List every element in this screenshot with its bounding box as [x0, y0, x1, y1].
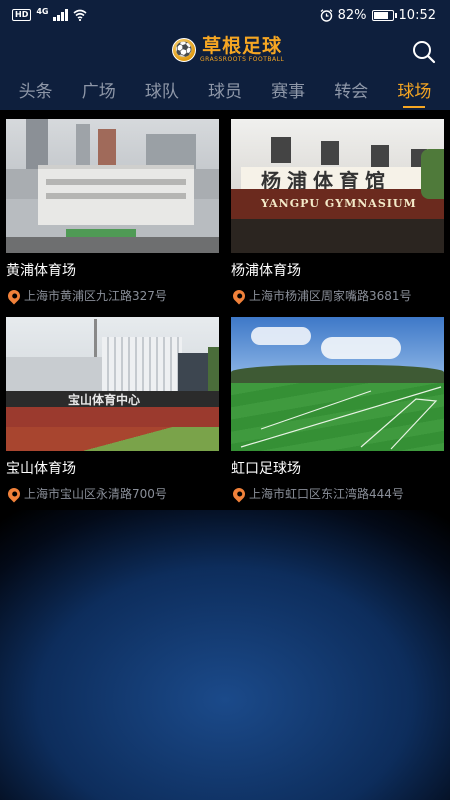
- signal-icon: [53, 9, 69, 21]
- app-header: ⚽ 草根足球 GRASSROOTS FOOTBALL: [0, 30, 450, 74]
- venue-address-text: 上海市黄浦区九江路327号: [24, 289, 167, 303]
- venue-grid: 黄浦体育场 上海市黄浦区九江路327号 杨浦体育馆 YANGPU GYMNASI…: [0, 110, 450, 506]
- football-icon: ⚽: [172, 38, 196, 62]
- search-icon: [413, 41, 436, 64]
- tab-teams[interactable]: 球队: [143, 74, 181, 110]
- venue-card[interactable]: 黄浦体育场 上海市黄浦区九江路327号: [0, 110, 225, 308]
- venue-card[interactable]: 宝山体育中心 宝山体育场 上海市宝山区永清路700号: [0, 308, 225, 506]
- venue-address-text: 上海市杨浦区周家嘴路3681号: [249, 289, 412, 303]
- tab-plaza[interactable]: 广场: [80, 74, 118, 110]
- hd-badge: HD: [12, 9, 32, 21]
- status-right: 82% 10:52: [320, 8, 436, 23]
- venue-address: 上海市宝山区永清路700号: [5, 485, 219, 502]
- tab-venues[interactable]: 球场: [395, 74, 433, 110]
- wifi-icon: [73, 9, 87, 21]
- app-logo: ⚽ 草根足球 GRASSROOTS FOOTBALL: [172, 36, 284, 64]
- tab-headlines[interactable]: 头条: [17, 74, 55, 110]
- category-tabs: 头条 广场 球队 球员 赛事 转会 球场: [0, 74, 450, 110]
- venue-card[interactable]: 虹口足球场 上海市虹口区东江湾路444号: [225, 308, 450, 506]
- alarm-icon: [320, 8, 333, 22]
- venue-name: 黄浦体育场: [6, 263, 76, 279]
- search-button[interactable]: [410, 38, 438, 66]
- pitch-lines: [240, 386, 442, 450]
- location-pin-icon: [230, 485, 248, 502]
- network-type: 4G: [36, 6, 49, 16]
- location-pin-icon: [230, 287, 248, 304]
- battery-icon: [371, 9, 397, 21]
- venue-address: 上海市杨浦区周家嘴路3681号: [230, 287, 444, 304]
- venue-sign-text: 宝山体育中心: [68, 393, 141, 407]
- venue-address: 上海市虹口区东江湾路444号: [230, 485, 444, 502]
- venue-sign-english: YANGPU GYMNASIUM: [261, 197, 417, 210]
- venue-photo[interactable]: 宝山体育中心: [6, 317, 219, 451]
- venue-name: 杨浦体育场: [231, 263, 301, 279]
- venue-address: 上海市黄浦区九江路327号: [5, 287, 219, 304]
- logo-subtitle: GRASSROOTS FOOTBALL: [200, 56, 285, 63]
- location-pin-icon: [5, 287, 23, 304]
- location-pin-icon: [5, 485, 23, 502]
- venue-photo[interactable]: 杨浦体育馆 YANGPU GYMNASIUM: [231, 119, 444, 253]
- tab-matches[interactable]: 赛事: [269, 74, 307, 110]
- status-left: HD 4G: [12, 6, 87, 21]
- venue-card[interactable]: 杨浦体育馆 YANGPU GYMNASIUM 杨浦体育场 上海市杨浦区周家嘴路3…: [225, 110, 450, 308]
- app-screen: HD 4G 82% 10:52 ⚽ 草根足球 GRASSROOTS FOOTBA…: [0, 0, 450, 800]
- venue-photo[interactable]: [6, 119, 219, 253]
- logo-text: 草根足球 GRASSROOTS FOOTBALL: [200, 36, 284, 64]
- logo-title: 草根足球: [202, 35, 283, 57]
- venue-name: 虹口足球场: [231, 461, 301, 477]
- battery-fill: [373, 11, 389, 19]
- clock: 10:52: [398, 7, 436, 23]
- venue-address-text: 上海市宝山区永清路700号: [24, 487, 167, 501]
- venue-name: 宝山体育场: [6, 461, 76, 477]
- venue-photo[interactable]: [231, 317, 444, 451]
- battery-percent: 82%: [337, 7, 367, 23]
- tab-transfers[interactable]: 转会: [332, 74, 370, 110]
- venue-address-text: 上海市虹口区东江湾路444号: [249, 487, 404, 501]
- status-bar: HD 4G 82% 10:52: [0, 0, 450, 30]
- tab-players[interactable]: 球员: [206, 74, 244, 110]
